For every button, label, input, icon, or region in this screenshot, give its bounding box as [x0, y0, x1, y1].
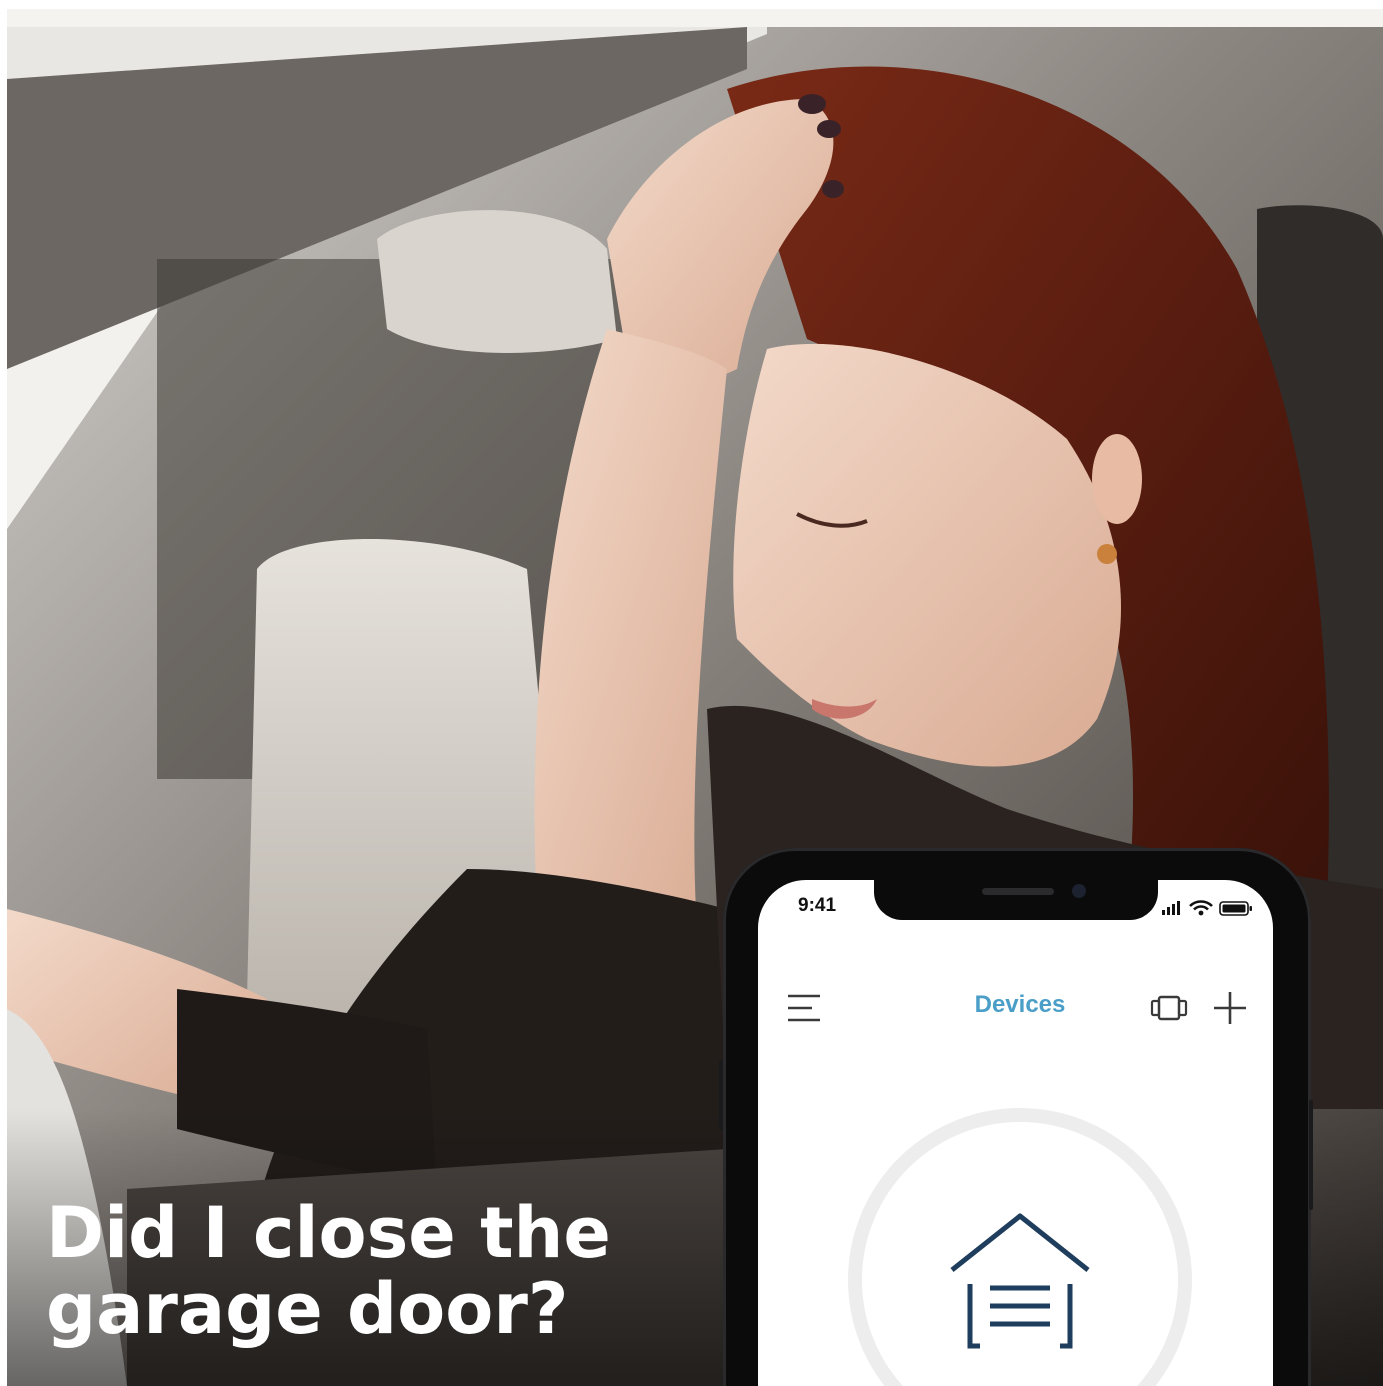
- status-icons: [1162, 900, 1252, 916]
- headline: Did I close the garage door?: [46, 1195, 726, 1347]
- wifi-icon: [1189, 900, 1213, 916]
- status-time: 9:41: [798, 895, 837, 916]
- phone-notch: [874, 878, 1158, 920]
- page-title: Devices: [974, 991, 1066, 1018]
- phone-side-button-left: [719, 1060, 723, 1130]
- plus-icon[interactable]: [1212, 990, 1248, 1026]
- cellular-signal-icon: [1162, 901, 1180, 915]
- phone-side-button-right: [1309, 1100, 1313, 1210]
- headline-line-2: garage door?: [46, 1268, 569, 1350]
- card-view-icon[interactable]: [1150, 994, 1188, 1022]
- headline-line-1: Did I close the: [46, 1192, 611, 1274]
- hamburger-menu-icon[interactable]: [786, 992, 822, 1024]
- phone-speaker: [982, 888, 1054, 895]
- battery-icon: [1219, 901, 1252, 916]
- promo-image: Did I close the garage door? 9:41 Device…: [0, 0, 1383, 1386]
- phone-camera: [1072, 884, 1086, 898]
- garage-door-icon: [950, 1213, 1090, 1349]
